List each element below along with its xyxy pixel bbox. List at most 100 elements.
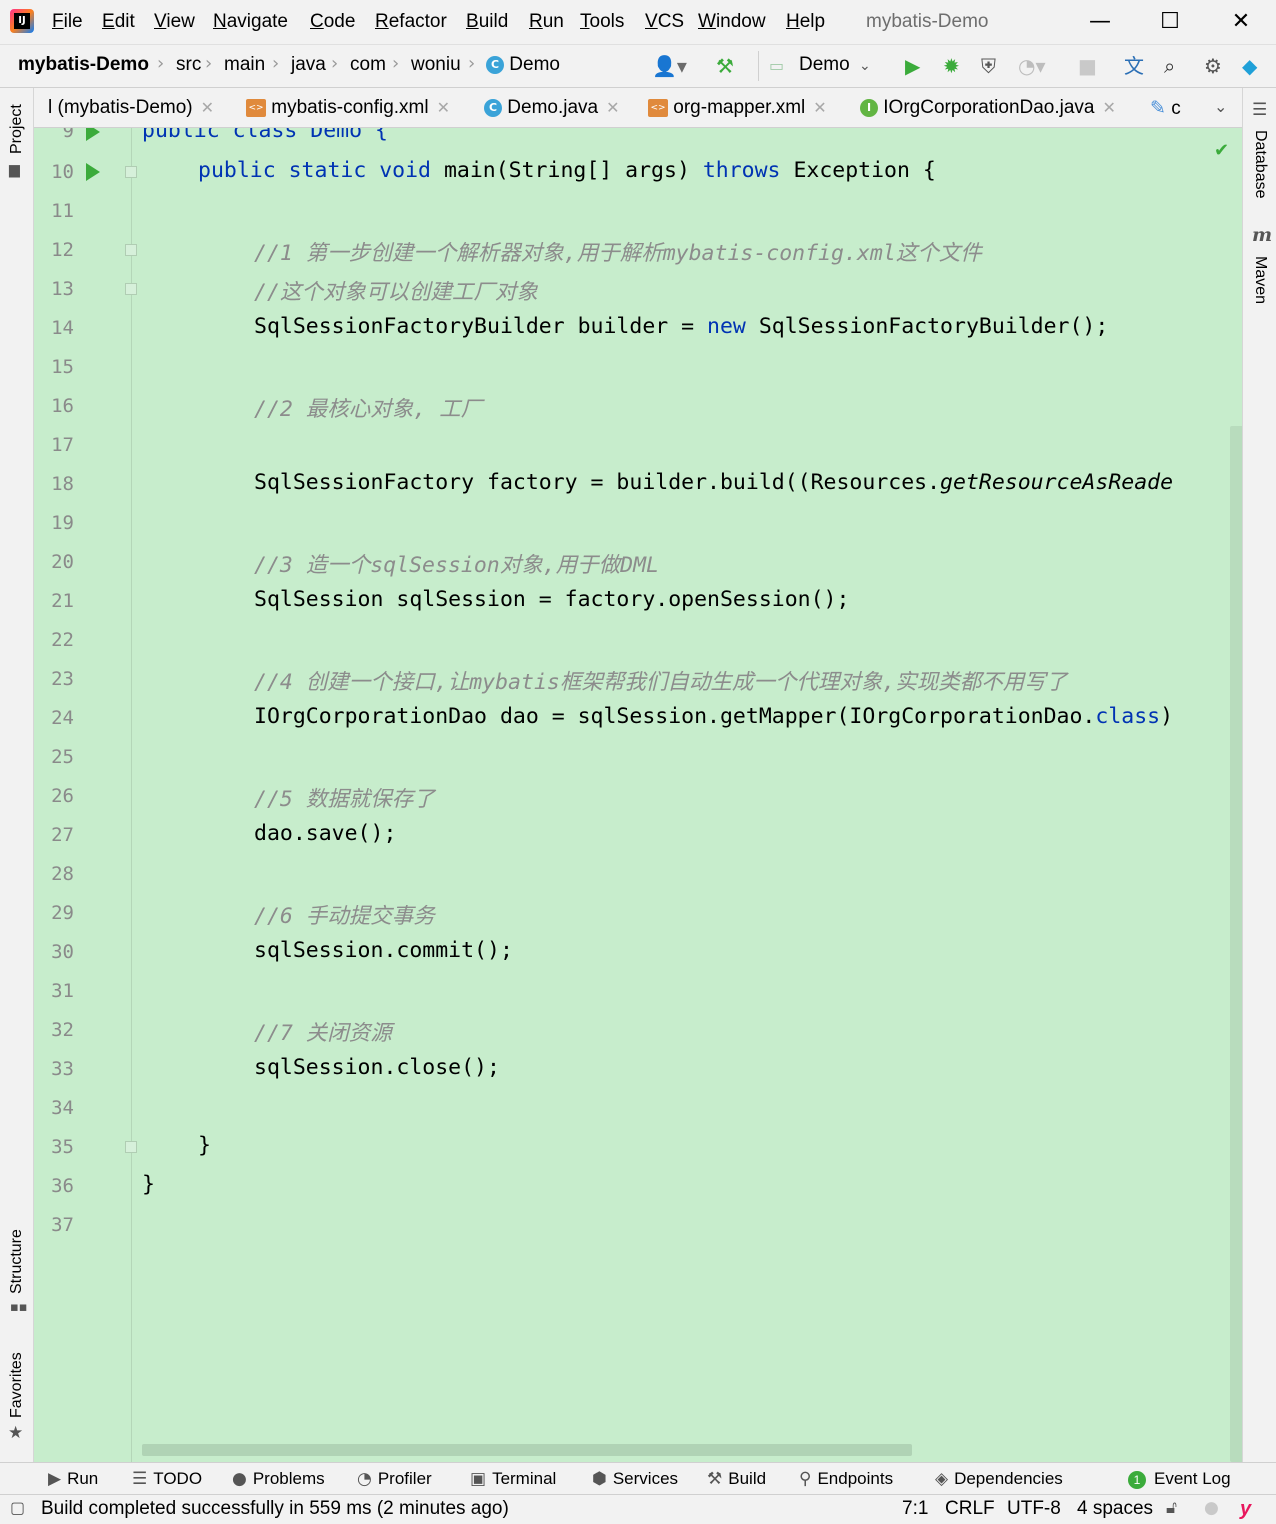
vertical-scrollbar[interactable] [1230, 426, 1242, 1462]
build-tool-button[interactable]: ⚒ Build [707, 1469, 766, 1489]
close-icon[interactable]: ✕ [1103, 98, 1116, 117]
problems-tool-button[interactable]: ● Problems [232, 1469, 325, 1489]
tab-iorgcorporationdao[interactable]: I IOrgCorporationDao.java ✕ [860, 97, 1116, 119]
close-icon[interactable]: ✕ [813, 98, 826, 117]
run-tool-button[interactable]: ▶ Run [48, 1469, 98, 1489]
project-tool-button[interactable]: Project [8, 104, 26, 154]
lock-icon[interactable]: 🔓︎ [1166, 1498, 1177, 1518]
line-number: 16 [51, 395, 74, 417]
menu-view[interactable]: View [154, 11, 195, 33]
breadcrumb-separator-icon: › [157, 53, 165, 74]
structure-tool-button[interactable]: Structure [8, 1229, 26, 1294]
breadcrumb-src[interactable]: src [176, 54, 201, 76]
indent-setting[interactable]: 4 spaces [1077, 1498, 1153, 1520]
code-editor[interactable]: ✔ 9 10 11 12 13 14 15 16 17 18 19 20 21 … [34, 128, 1242, 1462]
status-message[interactable]: Build completed successfully in 559 ms (… [41, 1498, 509, 1520]
code-line-9: public class Demo { [142, 128, 388, 143]
services-tool-button[interactable]: ⬢ Services [592, 1469, 678, 1489]
inspection-profile-icon[interactable]: ● [1204, 1498, 1219, 1518]
code-text: SqlSessionFactoryBuilder(); [745, 314, 1109, 339]
gear-icon[interactable]: ⚙ [1204, 54, 1222, 78]
menu-build[interactable]: Build [466, 11, 508, 33]
file-encoding[interactable]: UTF-8 [1007, 1498, 1061, 1520]
close-window-button[interactable]: ✕ [1221, 6, 1261, 38]
stop-icon[interactable]: ■ [1078, 54, 1097, 78]
breadcrumb-demo[interactable]: C Demo [486, 54, 560, 76]
navigation-bar: mybatis-Demo › src › main › java › com ›… [0, 44, 1276, 88]
close-icon[interactable]: ✕ [437, 98, 450, 117]
run-config-label: Demo [799, 54, 850, 75]
menu-edit[interactable]: Edit [102, 11, 135, 33]
menu-vcs[interactable]: VCS [645, 11, 684, 33]
breadcrumb-com[interactable]: com [350, 54, 386, 76]
database-tool-button[interactable]: Database [1251, 130, 1269, 199]
line-separator[interactable]: CRLF [945, 1498, 995, 1520]
jetbrains-toolbox-icon[interactable]: ◆ [1242, 54, 1257, 78]
menu-code[interactable]: Code [310, 11, 355, 33]
line-number: 15 [51, 356, 74, 378]
line-number: 32 [51, 1019, 74, 1041]
maven-tool-button[interactable]: Maven [1251, 256, 1269, 304]
search-icon[interactable]: ⌕ [1164, 54, 1175, 78]
menu-navigate[interactable]: Navigate [213, 11, 288, 33]
fold-marker-icon[interactable] [125, 1141, 137, 1153]
maximize-button[interactable]: ☐ [1150, 6, 1190, 38]
favorites-tool-button[interactable]: Favorites [8, 1352, 26, 1418]
breadcrumb-project[interactable]: mybatis-Demo [18, 54, 149, 76]
event-log-tool-button[interactable]: 1 Event Log [1128, 1469, 1231, 1489]
horizontal-scrollbar[interactable] [142, 1444, 912, 1456]
breadcrumb-main[interactable]: main [224, 54, 265, 76]
breadcrumb-woniu[interactable]: woniu [411, 54, 461, 76]
menu-help[interactable]: Help [786, 11, 825, 33]
tool-label: Dependencies [954, 1469, 1063, 1488]
line-number: 14 [51, 317, 74, 339]
run-class-gutter-icon[interactable] [86, 128, 100, 141]
todo-tool-button[interactable]: ☰ TODO [132, 1469, 202, 1489]
code-text: IOrgCorporationDao dao = sqlSession.getM… [254, 704, 1096, 729]
tab-demo-java[interactable]: C Demo.java ✕ [484, 97, 620, 119]
fold-marker-icon[interactable] [125, 244, 137, 256]
menu-run[interactable]: Run [529, 11, 564, 33]
tab-org-mapper[interactable]: <> org-mapper.xml ✕ [648, 97, 827, 119]
tabs-dropdown-icon[interactable]: ⌄ [1214, 97, 1227, 116]
tab-overflow-file[interactable]: ✎ c [1150, 97, 1181, 120]
endpoints-tool-button[interactable]: ⚲ Endpoints [799, 1469, 893, 1489]
run-config-selector[interactable]: ▭ Demo ⌄ [758, 51, 887, 81]
code-keyword: new [707, 314, 746, 339]
code-line-24: IOrgCorporationDao dao = sqlSession.getM… [254, 704, 1173, 729]
terminal-tool-button[interactable]: ▣ Terminal [470, 1469, 556, 1489]
run-main-gutter-icon[interactable] [86, 163, 100, 181]
translate-icon[interactable]: 文 [1124, 54, 1144, 78]
line-number: 19 [51, 512, 74, 534]
profile-icon[interactable]: ◔▾ [1018, 54, 1046, 78]
menu-window[interactable]: Window [698, 11, 766, 33]
menu-refactor[interactable]: Refactor [375, 11, 447, 33]
breadcrumb-java[interactable]: java [291, 54, 326, 76]
plugin-y-icon[interactable]: y [1240, 1498, 1251, 1521]
fold-marker-icon[interactable] [125, 166, 137, 178]
vcs-user-icon[interactable]: 👤▾ [652, 54, 687, 78]
tab-label: IOrgCorporationDao.java [883, 97, 1095, 118]
run-icon[interactable]: ▶ [905, 54, 920, 78]
editor-tab-bar: l (mybatis-Demo) ✕ <> mybatis-config.xml ✕… [34, 88, 1242, 128]
tab-mybatis-config[interactable]: <> mybatis-config.xml ✕ [246, 97, 450, 119]
toggle-toolwindows-icon[interactable]: ▢ [10, 1498, 25, 1517]
line-number: 27 [51, 824, 74, 846]
dependencies-tool-button[interactable]: ◈ Dependencies [935, 1469, 1063, 1489]
build-hammer-icon[interactable]: ⚒ [716, 54, 734, 78]
close-icon[interactable]: ✕ [201, 98, 214, 117]
coverage-icon[interactable]: ⛨ [981, 54, 996, 78]
tool-label: Endpoints [817, 1469, 894, 1488]
caret-position[interactable]: 7:1 [902, 1498, 928, 1520]
fold-marker-icon[interactable] [125, 283, 137, 295]
debug-icon[interactable]: ✹ [943, 54, 960, 78]
minimize-button[interactable]: — [1080, 6, 1120, 38]
menu-tools[interactable]: Tools [580, 11, 624, 33]
menu-file[interactable]: File [52, 11, 83, 33]
inspection-ok-icon[interactable]: ✔ [1214, 140, 1229, 161]
profiler-tool-button[interactable]: ◔ Profiler [357, 1469, 432, 1489]
close-icon[interactable]: ✕ [606, 98, 619, 117]
run-icon: ▶ [48, 1469, 62, 1489]
code-static-method: getResourceAsReade [940, 470, 1174, 495]
tab-module[interactable]: l (mybatis-Demo) ✕ [48, 97, 214, 119]
